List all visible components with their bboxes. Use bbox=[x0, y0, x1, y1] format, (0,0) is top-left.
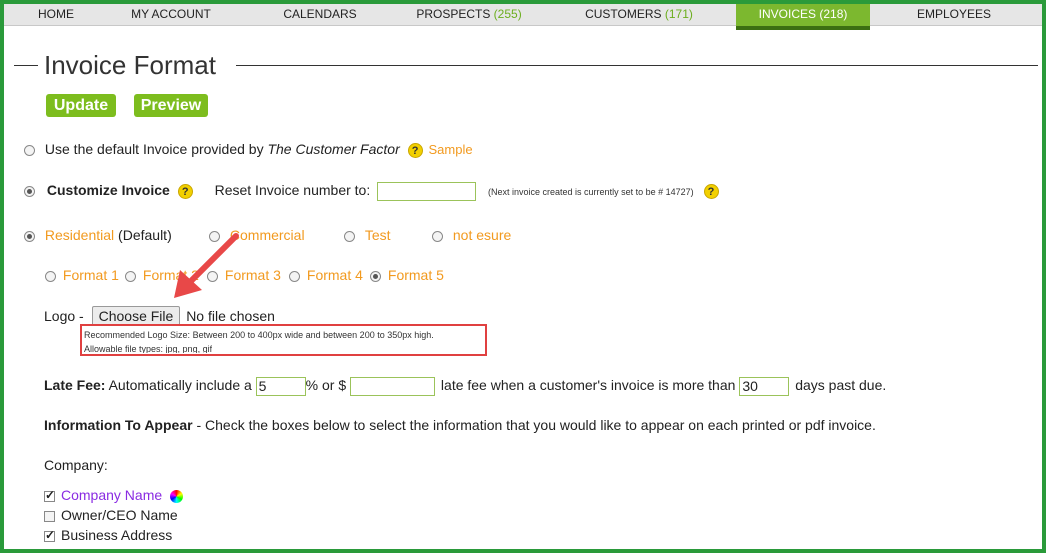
not-esure-radio[interactable] bbox=[432, 230, 443, 242]
late-fee-days-input[interactable]: 30 bbox=[739, 377, 790, 396]
no-file-chosen-text: No file chosen bbox=[186, 308, 275, 324]
annotation-arrow-icon bbox=[174, 233, 239, 298]
format-5-label[interactable]: Format 5 bbox=[388, 267, 444, 283]
information-text: - Check the boxes below to select the in… bbox=[196, 417, 876, 433]
invoice-type-row: Residential (Default) bbox=[24, 227, 172, 243]
information-row: Information To Appear - Check the boxes … bbox=[44, 417, 876, 433]
format-1-label[interactable]: Format 1 bbox=[63, 267, 119, 283]
owner-name-label: Owner/CEO Name bbox=[61, 507, 178, 523]
owner-name-option: Owner/CEO Name bbox=[44, 507, 178, 523]
choose-file-button[interactable]: Choose File bbox=[91, 306, 181, 326]
annotation-highlight-box bbox=[80, 324, 487, 356]
customize-invoice-radio[interactable] bbox=[24, 186, 35, 197]
not-esure-label[interactable]: not esure bbox=[453, 227, 511, 243]
color-wheel-icon[interactable] bbox=[170, 489, 184, 503]
test-option: Test bbox=[344, 227, 391, 243]
default-invoice-radio[interactable] bbox=[24, 144, 35, 156]
help-icon[interactable]: ? bbox=[703, 184, 719, 199]
business-address-checkbox[interactable] bbox=[44, 528, 55, 542]
business-address-option: Business Address bbox=[44, 527, 172, 543]
title-divider-right bbox=[236, 65, 1038, 66]
help-icon[interactable]: ? bbox=[177, 184, 193, 199]
nav-calendars-label: CALENDARS bbox=[283, 7, 357, 21]
owner-name-checkbox[interactable] bbox=[44, 510, 55, 522]
format-1-radio[interactable] bbox=[45, 270, 56, 282]
logo-row: Logo - Choose File No file chosen bbox=[44, 306, 275, 326]
next-invoice-note: (Next invoice created is currently set t… bbox=[488, 187, 694, 198]
nav-invoices-count: (218) bbox=[819, 7, 848, 21]
nav-customers-label: CUSTOMERS bbox=[585, 7, 662, 21]
test-label[interactable]: Test bbox=[365, 227, 391, 243]
nav-my-account[interactable]: MY ACCOUNT bbox=[108, 4, 234, 26]
nav-calendars[interactable]: CALENDARS bbox=[256, 4, 384, 26]
late-fee-text-3: late fee when a customer's invoice is mo… bbox=[440, 377, 736, 394]
title-divider-left bbox=[14, 65, 38, 66]
late-fee-row: Late Fee: Automatically include a 5% or … bbox=[44, 377, 886, 396]
format-4-label[interactable]: Format 4 bbox=[307, 267, 363, 283]
residential-radio[interactable] bbox=[24, 230, 35, 242]
nav-customers[interactable]: CUSTOMERS (171) bbox=[574, 4, 704, 26]
nav-invoices-label: INVOICES bbox=[758, 7, 816, 21]
format-option-1: Format 1 bbox=[45, 267, 119, 283]
page-title: Invoice Format bbox=[44, 50, 216, 80]
test-radio[interactable] bbox=[344, 230, 355, 242]
late-fee-label: Late Fee: bbox=[44, 377, 106, 394]
page-frame: HOME MY ACCOUNT CALENDARS PROSPECTS (255… bbox=[4, 4, 1042, 549]
nav-employees[interactable]: EMPLOYEES bbox=[890, 4, 1018, 26]
format-4-radio[interactable] bbox=[289, 270, 300, 282]
customize-invoice-label: Customize Invoice bbox=[46, 182, 170, 199]
nav-prospects-count: (255) bbox=[493, 7, 522, 21]
late-fee-text-2: % or $ bbox=[305, 377, 347, 394]
nav-home[interactable]: HOME bbox=[4, 4, 108, 26]
company-name-option: Company Name bbox=[44, 487, 184, 503]
format-2-radio[interactable] bbox=[125, 270, 136, 282]
logo-label: Logo - bbox=[44, 308, 84, 324]
reset-invoice-input[interactable] bbox=[377, 182, 477, 201]
default-invoice-row: Use the default Invoice provided by The … bbox=[24, 141, 473, 158]
preview-button[interactable]: Preview bbox=[134, 94, 208, 117]
late-fee-dollar-input[interactable] bbox=[350, 377, 436, 396]
sample-link[interactable]: Sample bbox=[429, 142, 473, 157]
nav-prospects-label: PROSPECTS bbox=[416, 7, 491, 21]
format-option-5: Format 5 bbox=[370, 267, 444, 283]
update-button[interactable]: Update bbox=[46, 94, 116, 117]
late-fee-text-4: days past due. bbox=[795, 377, 887, 394]
company-name-label[interactable]: Company Name bbox=[61, 487, 162, 503]
nav-employees-label: EMPLOYEES bbox=[916, 7, 992, 21]
page-title-row: Invoice Format bbox=[14, 48, 1038, 82]
nav-invoices[interactable]: INVOICES (218) bbox=[736, 4, 870, 30]
late-fee-percent-input[interactable]: 5 bbox=[255, 377, 306, 396]
top-nav: HOME MY ACCOUNT CALENDARS PROSPECTS (255… bbox=[4, 4, 1042, 30]
help-icon[interactable]: ? bbox=[407, 142, 423, 158]
format-5-radio[interactable] bbox=[370, 270, 381, 282]
company-heading: Company: bbox=[44, 457, 108, 473]
nav-account-label: MY ACCOUNT bbox=[131, 7, 211, 21]
not-esure-option: not esure bbox=[432, 227, 511, 243]
format-option-4: Format 4 bbox=[289, 267, 363, 283]
customize-row: Customize Invoice ? Reset Invoice number… bbox=[24, 182, 719, 201]
business-address-label: Business Address bbox=[61, 527, 173, 543]
nav-customers-count: (171) bbox=[664, 7, 693, 21]
reset-invoice-label: Reset Invoice number to: bbox=[214, 182, 371, 199]
default-note: (Default) bbox=[118, 227, 172, 243]
company-name-text: The Customer Factor bbox=[267, 141, 400, 157]
nav-prospects[interactable]: PROSPECTS (255) bbox=[404, 4, 534, 26]
company-name-checkbox[interactable] bbox=[44, 488, 55, 502]
nav-home-label: HOME bbox=[38, 7, 74, 21]
information-label: Information To Appear bbox=[44, 417, 193, 433]
residential-label[interactable]: Residential bbox=[45, 227, 114, 243]
default-invoice-text: Use the default Invoice provided by bbox=[44, 141, 268, 157]
late-fee-text-1: Automatically include a bbox=[108, 377, 252, 394]
